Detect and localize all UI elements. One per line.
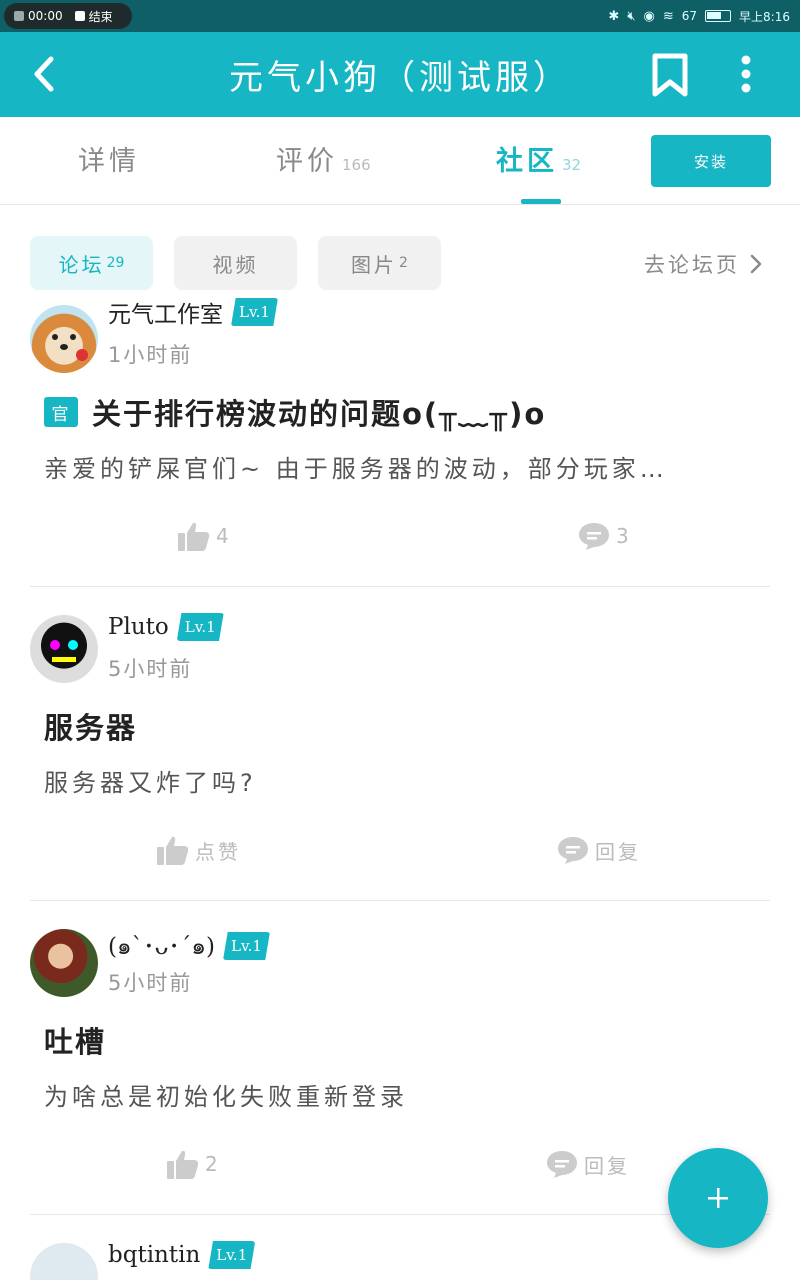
community-filters: 论坛 29 视频 图片 2 去论坛页 bbox=[0, 205, 800, 297]
post-time: 5小时前 bbox=[108, 971, 193, 995]
reply-button[interactable]: 回复 bbox=[546, 1149, 630, 1179]
recording-time: 00:00 bbox=[28, 9, 63, 23]
username: Pluto bbox=[108, 614, 169, 640]
post-title-text: 关于排行榜波动的问题o(╥﹏╥)o bbox=[92, 397, 547, 431]
comment-icon bbox=[547, 1151, 577, 1178]
new-post-button[interactable] bbox=[668, 1148, 768, 1248]
tab-community[interactable]: 社区 32 bbox=[496, 139, 581, 183]
recording-indicator-icon bbox=[14, 11, 24, 21]
eye-comfort-icon: ◉ bbox=[643, 8, 655, 24]
post-title-text: 吐槽 bbox=[44, 1025, 107, 1059]
tab-bar: 详情 评价 166 社区 32 安装 bbox=[0, 117, 800, 205]
comment-icon bbox=[579, 523, 609, 550]
status-bar: 00:00 结束 ✱ 🔇︎ ◉ ≋ 67 早上8:16 bbox=[0, 0, 800, 32]
install-button[interactable]: 安装 bbox=[651, 135, 771, 187]
post-excerpt[interactable]: 亲爱的铲屎官们~ 由于服务器的波动，部分玩家… bbox=[44, 449, 764, 484]
level-badge: Lv.1 bbox=[176, 613, 224, 641]
username: bqtintin bbox=[108, 1242, 201, 1268]
filter-label: 视频 bbox=[212, 252, 259, 277]
filter-images[interactable]: 图片 2 bbox=[318, 236, 441, 290]
screen-recording-pill[interactable]: 00:00 结束 bbox=[4, 3, 132, 29]
end-recording-label: 结束 bbox=[88, 9, 113, 24]
tab-count: 166 bbox=[342, 156, 371, 174]
tab-details[interactable]: 详情 bbox=[78, 139, 140, 183]
wifi-icon: ≋ bbox=[662, 8, 674, 24]
forum-link-label: 去论坛页 bbox=[644, 253, 740, 277]
official-tag: 官 bbox=[44, 397, 78, 427]
tab-count: 32 bbox=[562, 156, 582, 174]
go-to-forum-link[interactable]: 去论坛页 bbox=[644, 249, 762, 279]
filter-video[interactable]: 视频 bbox=[174, 236, 297, 290]
username: 元气工作室 bbox=[108, 302, 223, 328]
post-author[interactable]: 元气工作室 Lv.1 bbox=[108, 297, 278, 329]
like-button[interactable]: 4 bbox=[178, 521, 232, 551]
more-vertical-icon bbox=[741, 55, 751, 93]
corgi-avatar-icon bbox=[52, 334, 88, 361]
post-card[interactable]: 元气工作室 Lv.1 1小时前 官 关于排行榜波动的问题o(╥﹏╥)o 亲爱的铲… bbox=[0, 297, 800, 587]
filter-forum[interactable]: 论坛 29 bbox=[30, 236, 153, 290]
battery-percent: 67 bbox=[681, 9, 698, 23]
post-author[interactable]: bqtintin Lv.1 bbox=[108, 1241, 256, 1269]
avatar[interactable] bbox=[30, 305, 98, 373]
post-title[interactable]: 官 关于排行榜波动的问题o(╥﹏╥)o bbox=[44, 391, 546, 433]
bluetooth-icon: ✱ bbox=[608, 8, 620, 24]
post-author[interactable]: Pluto Lv.1 bbox=[108, 613, 224, 641]
app-bar: 元气小狗（测试服） bbox=[0, 32, 800, 117]
active-tab-indicator bbox=[521, 199, 561, 204]
thumbs-up-icon bbox=[167, 1150, 199, 1179]
post-excerpt[interactable]: 为啥总是初始化失败重新登录 bbox=[44, 1077, 764, 1112]
filter-count: 29 bbox=[106, 255, 125, 271]
clock: 早上8:16 bbox=[739, 9, 790, 24]
avatar[interactable] bbox=[30, 1243, 98, 1280]
reply-label: 回复 bbox=[584, 1153, 630, 1178]
tab-label: 评价 bbox=[276, 146, 338, 177]
level-badge: Lv.1 bbox=[231, 298, 278, 326]
post-author[interactable]: (๑`･ᴗ･´๑) Lv.1 bbox=[108, 927, 270, 965]
back-button[interactable] bbox=[22, 52, 66, 96]
tab-label: 详情 bbox=[78, 146, 140, 177]
like-count: 4 bbox=[216, 524, 232, 548]
level-badge: Lv.1 bbox=[223, 932, 270, 960]
filter-label: 论坛 bbox=[58, 252, 105, 277]
filter-count: 2 bbox=[399, 255, 408, 271]
avatar[interactable] bbox=[30, 929, 98, 997]
battery-icon bbox=[705, 10, 732, 22]
thumbs-up-icon bbox=[178, 522, 210, 551]
avatar[interactable] bbox=[30, 615, 98, 683]
stop-icon bbox=[74, 11, 85, 21]
like-count: 2 bbox=[205, 1152, 221, 1176]
mute-icon: 🔇︎ bbox=[627, 8, 636, 24]
post-card[interactable]: Pluto Lv.1 5小时前 服务器 服务器又炸了吗? 点赞 回复 bbox=[0, 587, 800, 901]
reply-count: 3 bbox=[616, 524, 632, 548]
glitch-face-avatar-icon bbox=[50, 640, 78, 662]
status-icons: ✱ 🔇︎ ◉ ≋ 67 早上8:16 bbox=[608, 0, 790, 32]
plus-icon bbox=[708, 1188, 728, 1208]
bookmark-icon bbox=[652, 53, 688, 97]
post-time: 1小时前 bbox=[108, 343, 193, 367]
like-button[interactable]: 2 bbox=[167, 1149, 221, 1179]
like-button[interactable]: 点赞 bbox=[157, 835, 241, 865]
post-title[interactable]: 吐槽 bbox=[44, 1019, 106, 1061]
chevron-right-icon bbox=[750, 254, 762, 274]
like-label: 点赞 bbox=[195, 839, 241, 864]
bookmark-button[interactable] bbox=[646, 50, 694, 100]
username: (๑`･ᴗ･´๑) bbox=[108, 934, 215, 960]
back-arrow-icon bbox=[34, 56, 54, 92]
post-feed[interactable]: 元气工作室 Lv.1 1小时前 官 关于排行榜波动的问题o(╥﹏╥)o 亲爱的铲… bbox=[0, 297, 800, 1280]
comment-icon bbox=[558, 837, 588, 864]
post-time: 5小时前 bbox=[108, 657, 193, 681]
post-title[interactable]: 服务器 bbox=[44, 705, 137, 747]
filter-label: 图片 bbox=[351, 252, 398, 277]
post-title-text: 服务器 bbox=[44, 711, 138, 745]
level-badge: Lv.1 bbox=[208, 1241, 256, 1269]
more-options-button[interactable] bbox=[728, 52, 764, 96]
reply-label: 回复 bbox=[595, 839, 641, 864]
tab-reviews[interactable]: 评价 166 bbox=[276, 139, 371, 183]
post-excerpt[interactable]: 服务器又炸了吗? bbox=[44, 763, 764, 798]
reply-button[interactable]: 回复 bbox=[557, 835, 641, 865]
reply-button[interactable]: 3 bbox=[578, 521, 632, 551]
tab-label: 社区 bbox=[496, 146, 558, 177]
thumbs-up-icon bbox=[157, 836, 189, 865]
page-title: 元气小狗（测试服） bbox=[229, 58, 571, 98]
